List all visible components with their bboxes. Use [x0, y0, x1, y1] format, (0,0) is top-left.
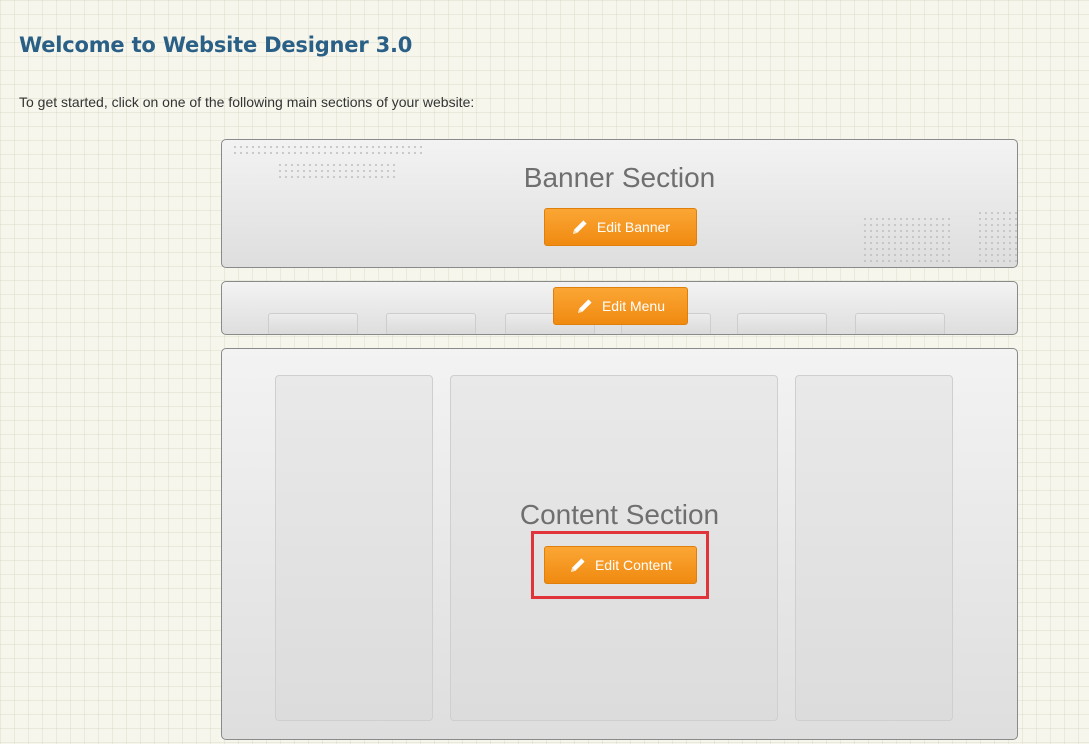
edit-menu-label: Edit Menu	[601, 298, 666, 314]
page-title: Welcome to Website Designer 3.0	[19, 33, 413, 57]
intro-text: To get started, click on one of the foll…	[19, 94, 475, 110]
banner-section-title: Banner Section	[523, 162, 716, 193]
decorative-dots	[862, 216, 952, 264]
content-section[interactable]: Content Section Edit Content	[221, 348, 1018, 740]
menu-tab-placeholder	[268, 313, 358, 334]
edit-menu-button[interactable]: Edit Menu	[553, 287, 688, 325]
right-column-placeholder	[795, 375, 953, 721]
pencil-icon	[569, 556, 587, 574]
menu-tab-placeholder	[737, 313, 827, 334]
edit-banner-button[interactable]: Edit Banner	[544, 208, 697, 246]
banner-section[interactable]: Banner Section Edit Banner	[221, 139, 1018, 268]
content-section-title: Content Section	[519, 499, 720, 530]
edit-banner-label: Edit Banner	[596, 219, 671, 235]
left-column-placeholder	[275, 375, 433, 721]
menu-tab-placeholder	[386, 313, 476, 334]
decorative-dots	[977, 210, 1017, 264]
menu-tab-placeholder	[855, 313, 945, 334]
edit-content-button[interactable]: Edit Content	[544, 546, 697, 584]
decorative-dots	[232, 144, 422, 158]
pencil-icon	[571, 218, 589, 236]
pencil-icon	[576, 297, 594, 315]
edit-content-label: Edit Content	[594, 557, 673, 573]
